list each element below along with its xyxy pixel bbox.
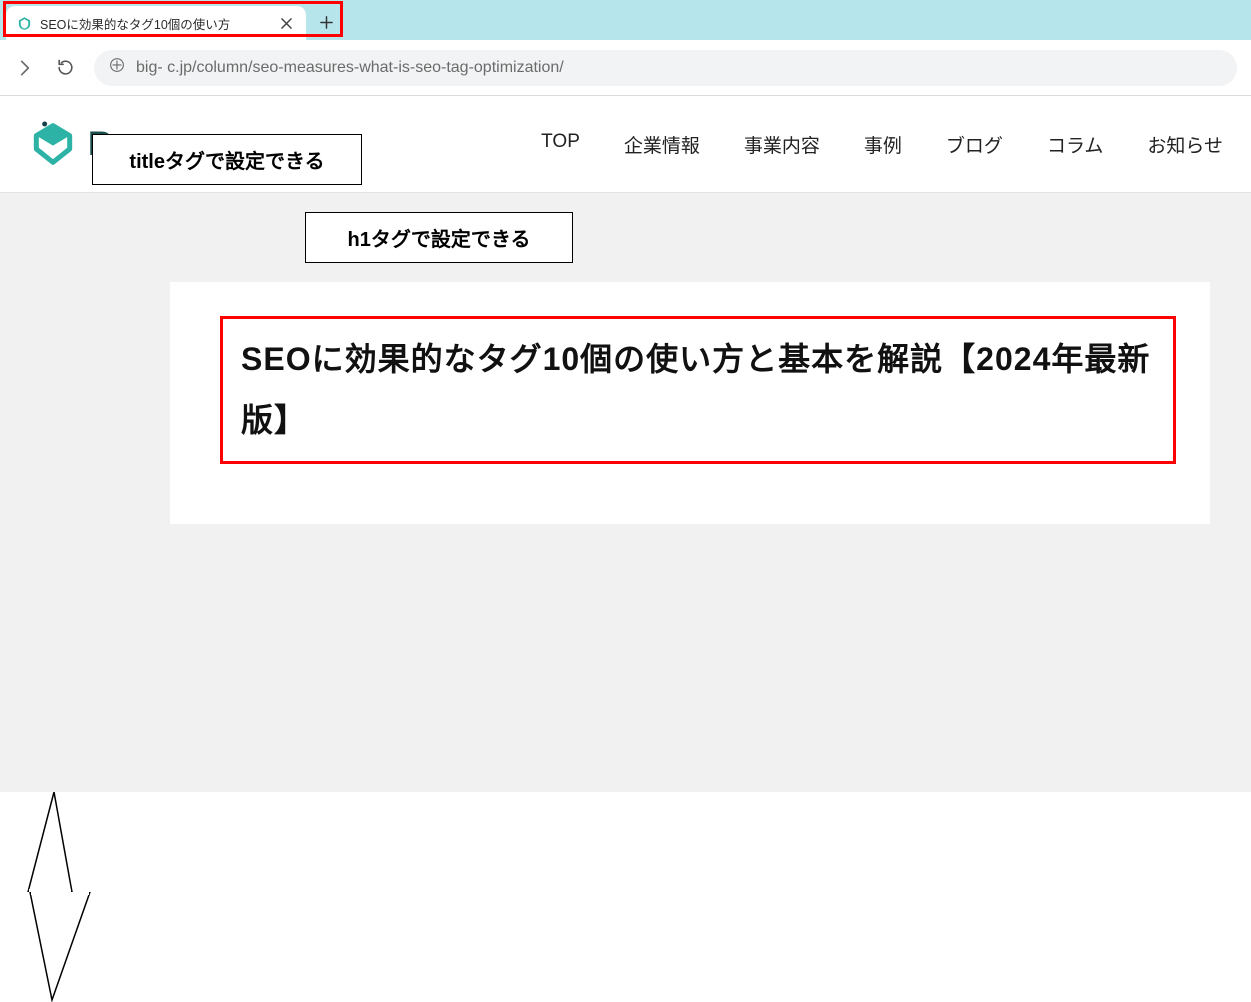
callout-title-tag: titleタグで設定できる — [92, 134, 362, 185]
article-h1: SEOに効果的なタグ10個の使い方と基本を解説【2024年最新版】 — [241, 329, 1155, 451]
callout-h1-tag: h1タグで設定できる — [305, 212, 573, 263]
browser-toolbar: big- c.jp/column/seo-measures-what-is-se… — [0, 40, 1251, 96]
logo-icon — [28, 119, 78, 169]
main-nav: TOP 企業情報 事業内容 事例 ブログ コラム お知らせ — [541, 131, 1223, 158]
nav-blog[interactable]: ブログ — [946, 131, 1003, 158]
forward-button[interactable] — [14, 57, 36, 79]
address-bar[interactable]: big- c.jp/column/seo-measures-what-is-se… — [94, 50, 1237, 86]
nav-company[interactable]: 企業情報 — [624, 131, 700, 158]
callout-pointer-h1 — [0, 892, 120, 1002]
page-body: SEOに効果的なタグ10個の使い方と基本を解説【2024年最新版】 — [0, 192, 1251, 792]
nav-news[interactable]: お知らせ — [1147, 131, 1223, 158]
callout-pointer-title — [0, 792, 80, 892]
site-info-icon[interactable] — [108, 56, 126, 79]
favicon-icon — [16, 15, 32, 31]
nav-cases[interactable]: 事例 — [864, 131, 902, 158]
article-card: SEOに効果的なタグ10個の使い方と基本を解説【2024年最新版】 — [170, 282, 1210, 524]
new-tab-button[interactable] — [312, 8, 340, 36]
browser-tab-title: SEOに効果的なタグ10個の使い方 — [40, 14, 272, 33]
url-text: big- c.jp/column/seo-measures-what-is-se… — [136, 59, 564, 77]
nav-business[interactable]: 事業内容 — [744, 131, 820, 158]
reload-button[interactable] — [54, 57, 76, 79]
annotation-highlight-h1: SEOに効果的なタグ10個の使い方と基本を解説【2024年最新版】 — [220, 316, 1176, 464]
browser-tab-active[interactable]: SEOに効果的なタグ10個の使い方 — [6, 6, 306, 40]
nav-top[interactable]: TOP — [541, 131, 580, 158]
nav-column[interactable]: コラム — [1047, 131, 1103, 158]
browser-tab-strip: SEOに効果的なタグ10個の使い方 — [0, 0, 1251, 40]
close-icon[interactable] — [278, 15, 294, 31]
